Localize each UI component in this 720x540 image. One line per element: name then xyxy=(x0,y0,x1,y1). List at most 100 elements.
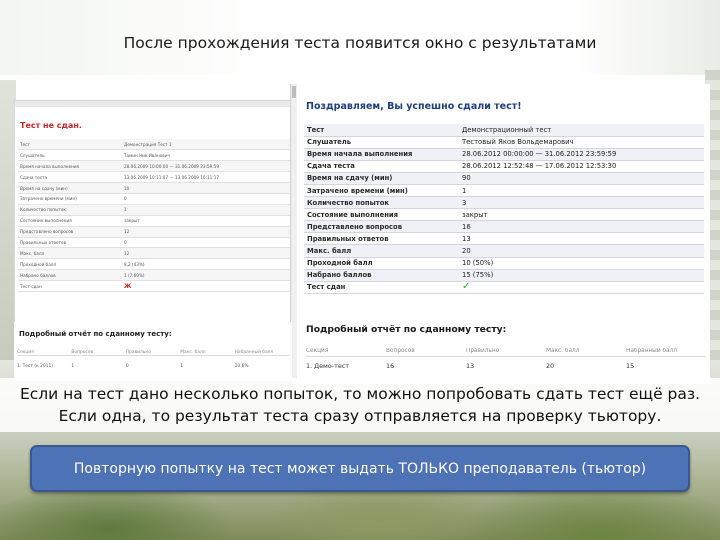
result-key: Затрачено времени (мин) xyxy=(304,184,459,198)
detail-cell: 0 xyxy=(125,364,129,369)
result-key: Состояние выполнения xyxy=(18,215,122,227)
result-value: 90 xyxy=(459,172,704,185)
result-row: Правильных ответов 0 xyxy=(18,237,300,249)
test-passed-title: Поздравляем, Вы успешно сдали тест! xyxy=(306,101,522,112)
result-row: Время на сдачу (мин) 10 xyxy=(18,182,300,194)
result-value: закрыт xyxy=(122,215,300,227)
result-value: 0 xyxy=(122,237,300,249)
passed-results-table: Тест Демонстрационный тест Слушатель Тестов… xyxy=(304,124,704,294)
result-row: Тест сдан ✓ xyxy=(304,281,704,294)
result-key: Макс. балл xyxy=(304,244,459,258)
result-value: 28.06.2012 00:00:00 — 31.06.2012 23:59:5… xyxy=(459,148,704,161)
result-row: Набрано баллов 15 (75%) xyxy=(304,269,704,282)
result-key: Представлено вопросов xyxy=(18,226,122,238)
result-key: Количество попыток xyxy=(304,196,459,210)
detail-cell: 10.6% xyxy=(234,364,249,369)
result-value: закрыт xyxy=(459,208,704,222)
detail-cell: 15 xyxy=(626,362,635,370)
result-value: 13 xyxy=(459,232,704,246)
detail-header-cell: Правильно xyxy=(466,348,500,354)
result-row: Состояние выполнения закрыт xyxy=(304,208,704,222)
result-row: Представлено вопросов 12 xyxy=(18,226,300,238)
tutor-note-box: Повторную попытку на тест может выдать Т… xyxy=(30,445,690,492)
result-key: Слушатель xyxy=(304,136,459,149)
result-key: Набрано баллов xyxy=(18,269,122,282)
result-key: Сдача теста xyxy=(304,160,459,173)
failed-detail-title: Подробный отчёт по сданному тесту: xyxy=(19,330,172,338)
detail-cell: 13 xyxy=(466,362,475,370)
result-value: 15 (75%) xyxy=(459,269,704,282)
caption-line: Если на тест дано несколько попыток, то … xyxy=(19,385,701,403)
result-row: Время на сдачу (мин) 90 xyxy=(304,172,704,185)
result-row: Время начала выполнения 28.06.2009 10:00:… xyxy=(18,160,300,173)
passed-test-screenshot: Поздравляем, Вы успешно сдали тест! Тест… xyxy=(290,84,710,384)
result-key: Количество попыток xyxy=(18,204,122,216)
result-row: Количество попыток 1 xyxy=(18,204,300,216)
result-key: Правильных ответов xyxy=(18,237,122,249)
test-failed-title: Тест не сдан. xyxy=(20,121,82,130)
failed-results-table: Тест Демонстрация Тест 1 Слушатель Тамин Ни… xyxy=(18,139,300,292)
result-row: Затрачено времени (мин) 0 xyxy=(18,193,300,205)
result-row: Количество попыток 3 xyxy=(304,196,704,210)
result-value: 10 xyxy=(122,182,300,194)
explanation-caption: Если на тест дано несколько попыток, то … xyxy=(0,378,720,432)
result-key: Представлено вопросов xyxy=(304,220,459,234)
result-key: Время на сдачу (мин) xyxy=(304,172,459,185)
result-key: Тест xyxy=(304,124,459,137)
result-key: Тест сдан xyxy=(304,281,459,294)
detail-header-cell: Вопросов xyxy=(71,350,94,355)
tutor-note-text: Повторную попытку на тест может выдать Т… xyxy=(73,460,647,477)
result-key: Тест xyxy=(18,139,122,151)
result-row: Затрачено времени (мин) 1 xyxy=(304,184,704,198)
result-key: Правильных ответов xyxy=(304,232,459,246)
check-icon: ✓ xyxy=(459,281,704,294)
result-key: Состояние выполнения xyxy=(304,208,459,222)
result-key: Проходной балл xyxy=(304,257,459,270)
result-value: 16 xyxy=(459,220,704,234)
result-value: Тестовый Яков Вольдемарович xyxy=(459,136,704,149)
result-row: Сдача теста 28.06.2012 12:52:48 — 17.06.2… xyxy=(304,160,704,173)
detail-report-row: 1. Демо-тест 16 13 20 15 xyxy=(306,362,706,370)
result-row: Макс. балл 12 xyxy=(18,247,300,260)
failed-detail-section: Подробный отчёт по сданному тесту: Секци… xyxy=(14,322,292,378)
result-value: 28.06.2012 12:52:48 — 17.06.2012 12:53:3… xyxy=(459,160,704,173)
detail-header-cell: Вопросов xyxy=(386,348,415,354)
result-row: Набрано баллов 1 (7.69%) xyxy=(18,269,300,282)
result-value: 1 xyxy=(122,204,300,216)
result-key: Время на сдачу (мин) xyxy=(18,182,122,194)
result-row: Слушатель Тамин Ник Иванович xyxy=(18,149,300,162)
result-value: 28.06.2009 10:00:00 — 31.06.2009 23:59:5… xyxy=(122,160,300,173)
result-row: Правильных ответов 13 xyxy=(304,232,704,246)
result-value: 8,2 (43%) xyxy=(122,258,300,271)
result-value: Ж xyxy=(122,280,300,292)
detail-cell: 1. Тест (к 2011) xyxy=(17,364,53,369)
result-row: Слушатель Тестовый Яков Вольдемарович xyxy=(304,136,704,149)
detail-header-cell: Набранный балл xyxy=(626,348,678,354)
detail-report-title: Подробный отчёт по сданному тесту: xyxy=(306,324,507,335)
result-value: Тамин Ник Иванович xyxy=(122,149,300,162)
detail-header-cell: Макс. балл xyxy=(180,350,206,355)
result-value: 1 xyxy=(459,184,704,198)
failed-detail-row: 1. Тест (к 2011) 1 0 1 10.6% xyxy=(17,364,289,369)
result-row: Проходной балл 10 (50%) xyxy=(304,257,704,270)
detail-header-cell: Секция xyxy=(306,348,329,354)
caption-line: Если одна, то результат теста сразу отпр… xyxy=(58,407,662,425)
detail-cell: 16 xyxy=(386,362,395,370)
scrollbar-thumb[interactable] xyxy=(292,86,296,98)
result-value: 3 xyxy=(459,196,704,210)
detail-cell: 1 xyxy=(71,364,75,369)
detail-cell: 20 xyxy=(546,362,555,370)
slide-title: После прохождения теста появится окно с … xyxy=(123,34,597,52)
result-value: 0 xyxy=(122,193,300,205)
detail-cell: 1 xyxy=(180,364,184,369)
detail-header-cell: Макс. балл xyxy=(546,348,580,354)
result-key: Тест сдан xyxy=(18,280,122,292)
failed-detail-header: Секция Вопросов Правильно Макс. балл Наб… xyxy=(17,350,289,356)
detail-report-header: Секция Вопросов Правильно Макс. балл Наб… xyxy=(306,348,706,357)
result-row: Состояние выполнения закрыт xyxy=(18,215,300,227)
result-row: Сдача теста 13.06.2009 10:11:07 — 13.06.2… xyxy=(18,171,300,184)
result-row: Представлено вопросов 16 xyxy=(304,220,704,234)
result-key: Слушатель xyxy=(18,149,122,162)
result-row: Тест Демонстрация Тест 1 xyxy=(18,139,300,151)
result-row: Тест Демонстрационный тест xyxy=(304,124,704,137)
